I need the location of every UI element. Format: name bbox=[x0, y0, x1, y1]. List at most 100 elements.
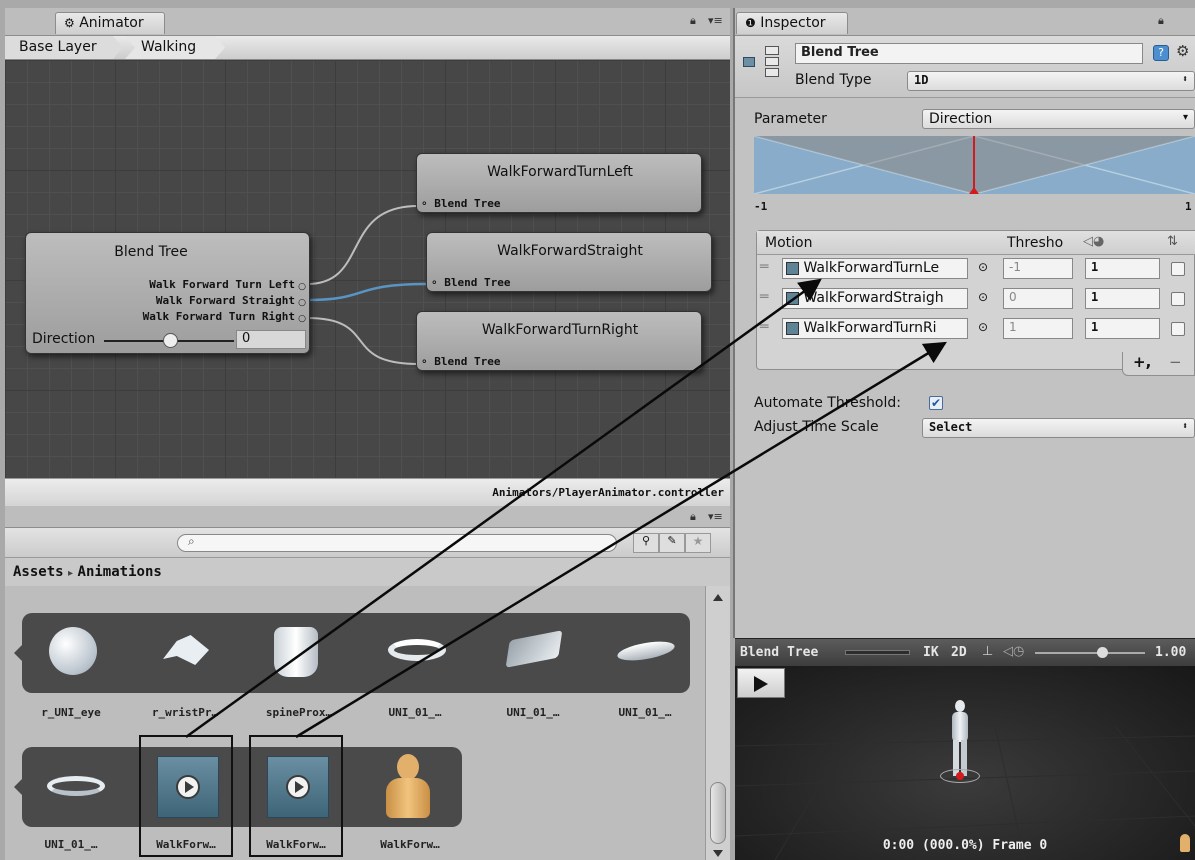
avatar-icon[interactable] bbox=[370, 752, 450, 824]
scroll-thumb[interactable] bbox=[710, 782, 726, 844]
breadcrumb-assets[interactable]: Assets bbox=[13, 564, 64, 580]
help-icon[interactable]: ? bbox=[1153, 45, 1169, 61]
preview-avatar-icon[interactable] bbox=[1180, 834, 1190, 852]
blend-tree-header: Blend Tree ? ⚙ Blend Type 1D ⬍ bbox=[735, 36, 1195, 98]
drag-handle-icon[interactable]: ═ bbox=[760, 259, 768, 275]
output-port-dots[interactable]: ○ ○ ○ bbox=[298, 279, 306, 327]
port-straight: ∘ Blend Tree bbox=[431, 276, 511, 289]
shelf-arrow-left[interactable] bbox=[14, 778, 23, 796]
drag-handle-icon[interactable]: ═ bbox=[760, 319, 768, 335]
ik-toggle[interactable]: IK bbox=[923, 645, 939, 660]
parameter-label: Parameter bbox=[754, 111, 827, 127]
port-turn-right: ∘ Blend Tree bbox=[421, 355, 501, 368]
root-node-title: Blend Tree bbox=[114, 244, 188, 260]
direction-label: Direction bbox=[32, 331, 96, 347]
adjust-time-scale-dropdown[interactable]: Select ⬍ bbox=[922, 418, 1195, 438]
parameter-dropdown[interactable]: Direction ▾ bbox=[922, 109, 1195, 129]
inspector-tab[interactable]: ❶ Inspector bbox=[736, 12, 848, 34]
connection-straight bbox=[306, 282, 429, 302]
blend-graph[interactable] bbox=[754, 136, 1195, 194]
preview-viewport[interactable]: 0:00 (000.0%) Frame 0 bbox=[735, 666, 1195, 860]
motion-table-header: Motion Thresho ◁◕ ⇅ bbox=[757, 231, 1195, 255]
plate-mesh-icon[interactable] bbox=[495, 617, 575, 689]
mirror-checkbox[interactable] bbox=[1171, 322, 1185, 336]
breadcrumb-separator: ▸ bbox=[68, 568, 74, 579]
node-walk-straight[interactable]: WalkForwardStraight ∘ Blend Tree bbox=[426, 232, 712, 292]
object-name-field[interactable]: Blend Tree bbox=[795, 43, 1143, 64]
preview-title: Blend Tree bbox=[740, 645, 819, 660]
shelf-arrow-left[interactable] bbox=[14, 644, 23, 662]
threshold-field[interactable]: -1 bbox=[1003, 258, 1073, 279]
search-input[interactable]: ⌕ bbox=[177, 534, 617, 552]
root-blend-tree-node[interactable]: Blend Tree Walk Forward Turn Left Walk F… bbox=[25, 232, 310, 354]
node-walk-turn-right[interactable]: WalkForwardTurnRight ∘ Blend Tree bbox=[416, 311, 702, 371]
blend-position-marker-head bbox=[969, 187, 979, 194]
object-picker-icon[interactable]: ⊙ bbox=[978, 320, 988, 334]
motion-row[interactable]: ═ WalkForwardTurnLe ⊙ -1 1 bbox=[757, 258, 1195, 282]
output-straight: Walk Forward Straight bbox=[155, 294, 295, 307]
disc-mesh-icon[interactable] bbox=[607, 617, 687, 689]
speed-value: 1.00 bbox=[1155, 645, 1187, 660]
pivot-icon[interactable]: ⊥ bbox=[982, 644, 993, 659]
remove-motion-button[interactable]: − bbox=[1169, 353, 1182, 371]
scroll-down-arrow[interactable] bbox=[713, 850, 723, 857]
project-lock-icon[interactable]: 🔒︎ bbox=[690, 510, 696, 524]
motion-field[interactable]: WalkForwardTurnLe bbox=[782, 258, 968, 279]
project-menu-icon[interactable]: ▾≡ bbox=[708, 510, 723, 523]
motion-field[interactable]: WalkForwardTurnRi bbox=[782, 318, 968, 339]
filter-by-label-button[interactable]: ✎ bbox=[659, 533, 685, 553]
wrist-mesh-icon[interactable] bbox=[145, 617, 225, 689]
character-model bbox=[945, 700, 975, 780]
blend-position-marker[interactable] bbox=[973, 136, 975, 192]
speed-icon[interactable]: ◁◷ bbox=[1003, 644, 1024, 659]
direction-value-field[interactable]: 0 bbox=[236, 330, 306, 349]
object-picker-icon[interactable]: ⊙ bbox=[978, 290, 988, 304]
mirror-icon: ⇅ bbox=[1167, 234, 1178, 249]
object-picker-icon[interactable]: ⊙ bbox=[978, 260, 988, 274]
play-button[interactable] bbox=[737, 668, 785, 698]
dropdown-arrow-icon: ⬍ bbox=[1181, 74, 1188, 85]
speed-field[interactable]: 1 bbox=[1085, 288, 1160, 309]
search-icon: ⌕ bbox=[188, 534, 195, 548]
project-tabbar bbox=[5, 506, 730, 528]
2d-toggle[interactable]: 2D bbox=[951, 645, 967, 660]
info-icon: ❶ bbox=[745, 16, 756, 30]
settings-gear-icon[interactable]: ⚙ bbox=[1176, 42, 1189, 60]
drag-handle-icon[interactable]: ═ bbox=[760, 289, 768, 305]
ring-mesh-icon[interactable] bbox=[378, 617, 458, 689]
mirror-checkbox[interactable] bbox=[1171, 292, 1185, 306]
scroll-up-arrow[interactable] bbox=[713, 594, 723, 601]
animator-status-bar: Animators/PlayerAnimator.controller bbox=[5, 478, 730, 506]
output-turn-left: Walk Forward Turn Left bbox=[149, 278, 295, 291]
controller-path: Animators/PlayerAnimator.controller bbox=[492, 486, 724, 499]
spine-mesh-icon[interactable] bbox=[248, 617, 328, 689]
direction-slider-thumb[interactable] bbox=[163, 333, 178, 348]
add-motion-button[interactable]: +, bbox=[1133, 353, 1151, 371]
threshold-field[interactable]: 1 bbox=[1003, 318, 1073, 339]
asset-scrollbar[interactable] bbox=[705, 586, 730, 860]
node-walk-turn-left[interactable]: WalkForwardTurnLeft ∘ Blend Tree bbox=[416, 153, 702, 213]
asset-label: WalkForw… bbox=[266, 838, 326, 851]
motion-row[interactable]: ═ WalkForwardStraigh ⊙ 0 1 bbox=[757, 288, 1195, 312]
project-breadcrumb: Assets ▸ Animations bbox=[5, 558, 730, 586]
node-title-turn-left: WalkForwardTurnLeft bbox=[487, 164, 633, 180]
inspector-lock-icon[interactable]: 🔒︎ bbox=[1158, 14, 1164, 28]
motion-field[interactable]: WalkForwardStraigh bbox=[782, 288, 968, 309]
preview-title-track bbox=[845, 650, 910, 655]
threshold-field[interactable]: 0 bbox=[1003, 288, 1073, 309]
blend-type-dropdown[interactable]: 1D ⬍ bbox=[907, 71, 1195, 91]
speed-field[interactable]: 1 bbox=[1085, 318, 1160, 339]
asset-label: UNI_01_… bbox=[44, 838, 98, 851]
speed-field[interactable]: 1 bbox=[1085, 258, 1160, 279]
mirror-checkbox[interactable] bbox=[1171, 262, 1185, 276]
favorite-star-icon[interactable]: ★ bbox=[685, 533, 711, 553]
band-mesh-icon[interactable] bbox=[37, 752, 117, 824]
speed-slider-track[interactable] bbox=[1035, 652, 1145, 654]
sphere-mesh-icon[interactable] bbox=[37, 617, 117, 689]
automate-threshold-checkbox[interactable]: ✔ bbox=[929, 396, 943, 410]
blend-type-label: Blend Type bbox=[795, 72, 872, 88]
motion-row[interactable]: ═ WalkForwardTurnRi ⊙ 1 1 bbox=[757, 318, 1195, 342]
breadcrumb-animations[interactable]: Animations bbox=[78, 564, 162, 580]
speed-slider-thumb[interactable] bbox=[1097, 647, 1108, 658]
filter-by-type-button[interactable]: ⚲ bbox=[633, 533, 659, 553]
